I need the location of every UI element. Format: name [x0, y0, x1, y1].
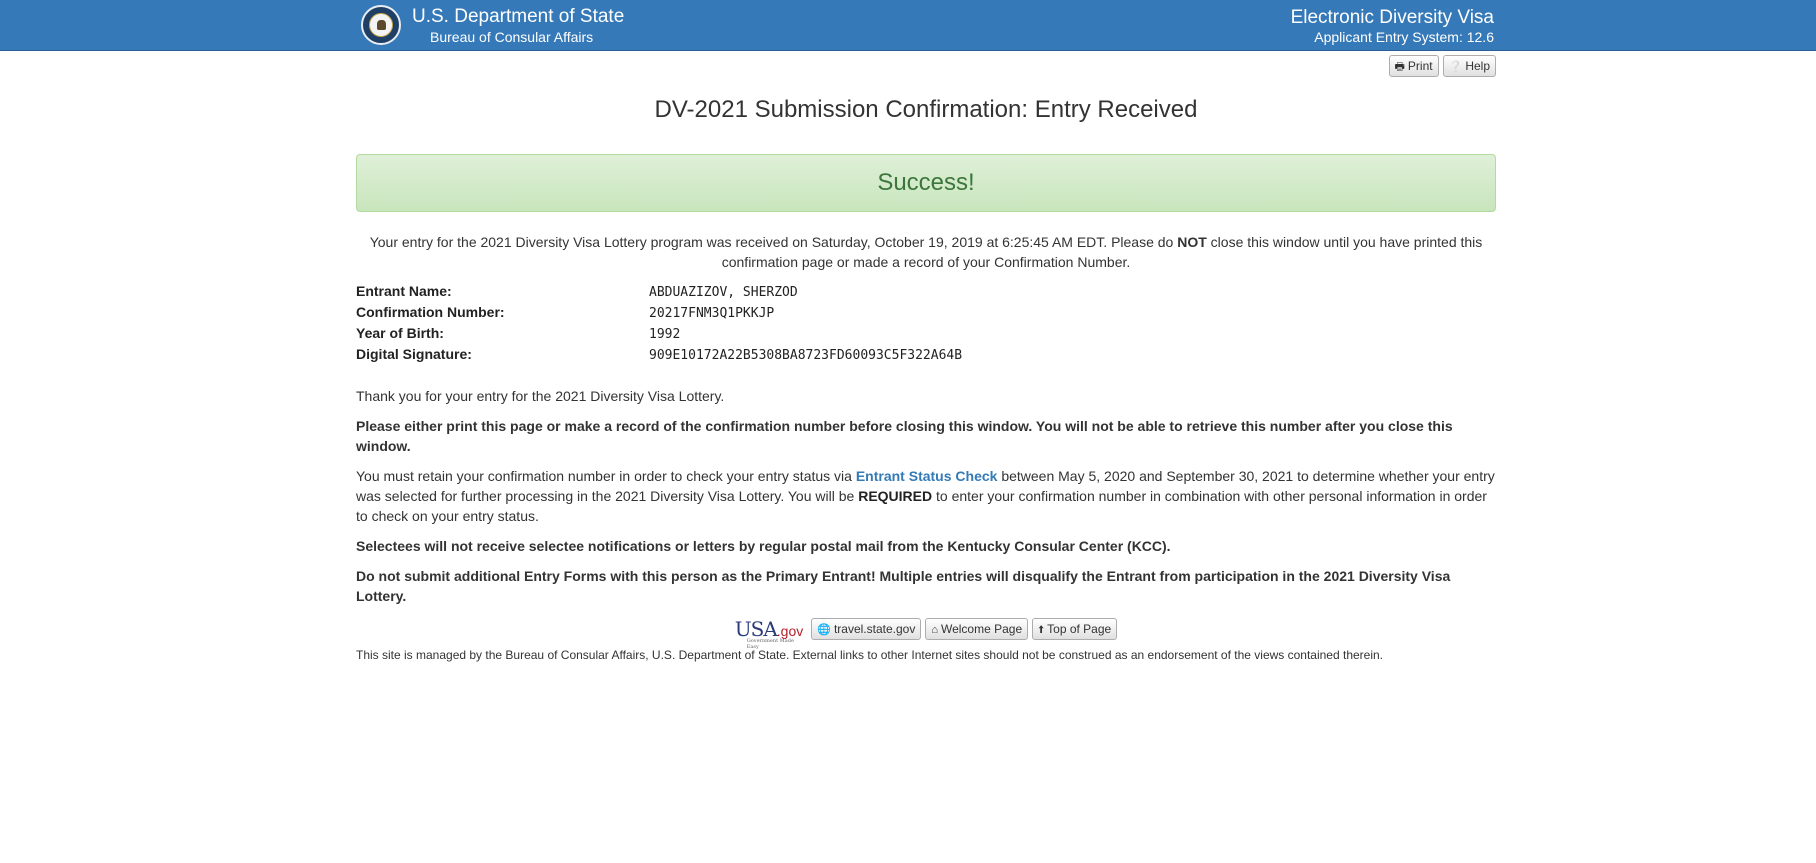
top-actions: 🖶 Print ❔ Help [1388, 55, 1496, 77]
top-of-page-button[interactable]: 🠩 Top of Page [1032, 618, 1118, 640]
site-disclaimer: This site is managed by the Bureau of Co… [356, 648, 1384, 662]
entrant-name-label: Entrant Name: [356, 283, 452, 299]
entrant-name-row: Entrant Name: ABDUAZIZOV, SHERZOD [356, 283, 1496, 304]
confirmation-number-row: Confirmation Number: 20217FNM3Q1PKKJP [356, 304, 1496, 325]
entrant-name-value: ABDUAZIZOV, SHERZOD [649, 285, 798, 300]
received-not-emphasis: NOT [1177, 234, 1207, 250]
print-button[interactable]: 🖶 Print [1388, 55, 1439, 77]
home-icon: ⌂ [931, 624, 938, 636]
welcome-label: Welcome Page [940, 622, 1023, 636]
travel-label: travel.state.gov [833, 622, 916, 636]
app-version: Applicant Entry System: 12.6 [1314, 29, 1494, 45]
seal-inner [369, 13, 393, 37]
multiple-entries-warning: Do not submit additional Entry Forms wit… [356, 568, 1451, 604]
success-alert: Success! [356, 154, 1496, 212]
selectees-notice: Selectees will not receive selectee noti… [356, 538, 1171, 554]
thank-you-text: Thank you for your entry for the 2021 Di… [356, 388, 725, 404]
page-title: DV-2021 Submission Confirmation: Entry R… [654, 96, 1198, 123]
year-of-birth-value: 1992 [649, 327, 681, 342]
help-button[interactable]: ❔ Help [1442, 55, 1496, 77]
bureau-subtitle: Bureau of Consular Affairs [430, 29, 594, 45]
digital-signature-row: Digital Signature: 909E10172A22B5308BA87… [356, 346, 1496, 367]
received-text-start: Your entry for the 2021 Diversity Visa L… [369, 234, 1178, 250]
header-bar: U.S. Department of State Bureau of Consu… [0, 0, 1816, 51]
help-label: Help [1465, 59, 1490, 73]
digital-signature-label: Digital Signature: [356, 346, 472, 362]
usagov-logo-suffix: .gov [776, 623, 804, 639]
department-of-state-seal-icon [361, 5, 401, 45]
retain-text-start: You must retain your confirmation number… [356, 468, 856, 484]
print-label: Print [1407, 59, 1433, 73]
travel-state-gov-button[interactable]: 🌐 travel.state.gov [811, 618, 922, 640]
year-of-birth-row: Year of Birth: 1992 [356, 325, 1496, 346]
confirmation-number-label: Confirmation Number: [356, 304, 505, 320]
confirmation-number-value: 20217FNM3Q1PKKJP [649, 306, 775, 321]
globe-icon: 🌐 [817, 624, 831, 636]
retain-number-text: You must retain your confirmation number… [356, 466, 1496, 526]
question-circle-icon: ❔ [1448, 61, 1463, 73]
footer-links: USA.gov Government Made Easy 🌐 travel.sta… [0, 617, 1816, 650]
required-emphasis: REQUIRED [858, 488, 933, 504]
entry-info: Entrant Name: ABDUAZIZOV, SHERZOD Confir… [356, 283, 1496, 367]
arrow-up-icon: 🠩 [1038, 624, 1045, 636]
eagle-icon [377, 20, 386, 30]
usagov-logo[interactable]: USA.gov Government Made Easy [735, 617, 807, 650]
printer-icon: 🖶 [1394, 61, 1405, 73]
department-title: U.S. Department of State [412, 6, 625, 27]
print-warning-text: Please either print this page or make a … [356, 418, 1453, 454]
welcome-page-button[interactable]: ⌂ Welcome Page [925, 618, 1029, 640]
entrant-status-check-link[interactable]: Entrant Status Check [856, 468, 998, 484]
digital-signature-value: 909E10172A22B5308BA8723FD60093C5F322A64B [649, 348, 963, 363]
received-notice: Your entry for the 2021 Diversity Visa L… [356, 232, 1496, 272]
top-label: Top of Page [1047, 622, 1112, 636]
year-of-birth-label: Year of Birth: [356, 325, 444, 341]
app-title: Electronic Diversity Visa [1290, 7, 1494, 28]
